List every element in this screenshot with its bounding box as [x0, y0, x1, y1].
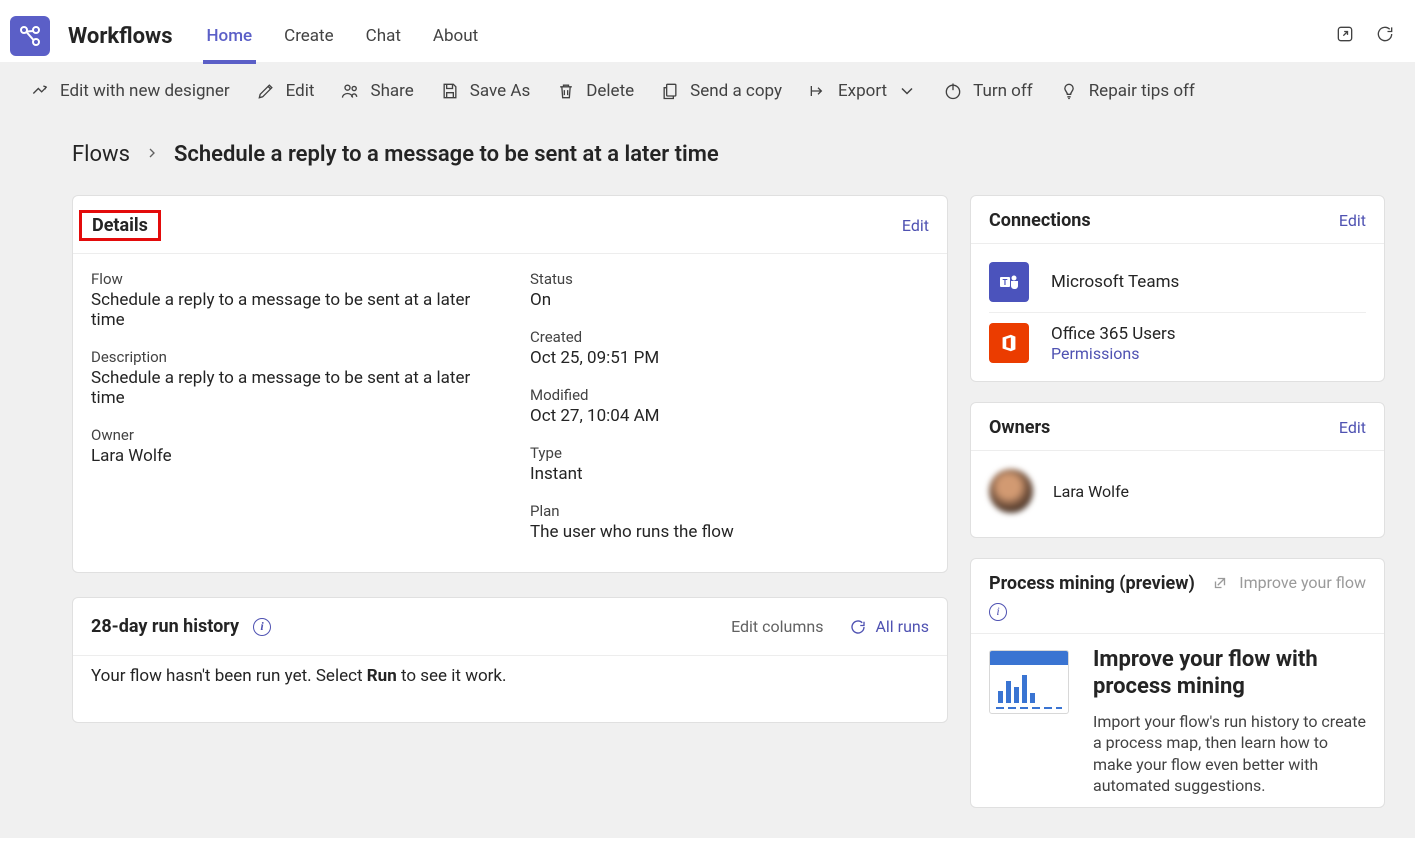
turn-off-button[interactable]: Turn off: [943, 81, 1033, 101]
share-label: Share: [370, 81, 413, 101]
delete-button[interactable]: Delete: [556, 81, 634, 101]
created-value: Oct 25, 09:51 PM: [530, 348, 929, 368]
connection-name: Microsoft Teams: [1051, 272, 1179, 292]
export-label: Export: [838, 81, 887, 101]
open-external-icon: [1211, 574, 1229, 592]
status-label: Status: [530, 270, 929, 288]
connection-row-teams: T Microsoft Teams: [989, 252, 1366, 313]
process-mining-card: Process mining (preview) i Improve your …: [970, 558, 1385, 808]
info-icon[interactable]: i: [253, 618, 271, 636]
share-button[interactable]: Share: [340, 81, 413, 101]
flow-value: Schedule a reply to a message to be sent…: [91, 290, 490, 330]
owners-card: Owners Edit Lara Wolfe: [970, 402, 1385, 538]
created-label: Created: [530, 328, 929, 346]
teams-icon: T: [989, 262, 1029, 302]
office-icon: [989, 323, 1029, 363]
connections-edit-link[interactable]: Edit: [1339, 211, 1366, 230]
edit-label: Edit: [286, 81, 315, 101]
edit-button[interactable]: Edit: [256, 81, 315, 101]
owner-value: Lara Wolfe: [91, 446, 490, 466]
owners-edit-link[interactable]: Edit: [1339, 418, 1366, 437]
all-runs-label: All runs: [875, 617, 929, 636]
flow-label: Flow: [91, 270, 490, 288]
details-card: Details Edit Flow Schedule a reply to a …: [72, 195, 948, 573]
owner-name: Lara Wolfe: [1053, 482, 1129, 501]
plan-value: The user who runs the flow: [530, 522, 929, 542]
workflows-app-icon: [10, 16, 50, 56]
repair-tips-button[interactable]: Repair tips off: [1059, 81, 1195, 101]
edit-new-designer-button[interactable]: Edit with new designer: [30, 81, 230, 101]
delete-label: Delete: [586, 81, 634, 101]
edit-columns-link[interactable]: Edit columns: [731, 617, 823, 636]
description-value: Schedule a reply to a message to be sent…: [91, 368, 490, 408]
tab-chat[interactable]: Chat: [362, 12, 405, 64]
details-title: Details: [92, 215, 148, 236]
description-label: Description: [91, 348, 490, 366]
type-value: Instant: [530, 464, 929, 484]
send-copy-label: Send a copy: [690, 81, 782, 101]
owner-row: Lara Wolfe: [989, 459, 1366, 523]
avatar: [989, 469, 1033, 513]
breadcrumb-current: Schedule a reply to a message to be sent…: [174, 142, 719, 167]
open-external-icon[interactable]: [1335, 24, 1355, 48]
process-mining-thumbnail: [989, 650, 1069, 714]
type-label: Type: [530, 444, 929, 462]
command-toolbar: Edit with new designer Edit Share Save A…: [0, 62, 1415, 120]
process-mining-title: Process mining (preview): [989, 573, 1195, 594]
edit-new-designer-label: Edit with new designer: [60, 81, 230, 101]
send-copy-button[interactable]: Send a copy: [660, 81, 782, 101]
run-history-empty: Your flow hasn't been run yet. Select Ru…: [73, 655, 947, 722]
tab-home[interactable]: Home: [203, 12, 257, 64]
plan-label: Plan: [530, 502, 929, 520]
info-icon[interactable]: i: [989, 603, 1007, 621]
run-history-card: 28-day run history i Edit columns All ru…: [72, 597, 948, 723]
turn-off-label: Turn off: [973, 81, 1033, 101]
nav-tabs: Home Create Chat About: [203, 10, 1336, 62]
breadcrumb-root[interactable]: Flows: [72, 142, 130, 167]
chevron-right-icon: [144, 142, 160, 167]
connection-row-office: Office 365 Users Permissions: [989, 313, 1366, 373]
refresh-icon: [849, 618, 867, 636]
connections-card: Connections Edit T Microsoft Teams: [970, 195, 1385, 382]
owners-title: Owners: [989, 417, 1050, 438]
run-history-title: 28-day run history: [91, 616, 239, 637]
permissions-link[interactable]: Permissions: [1051, 344, 1176, 363]
all-runs-link[interactable]: All runs: [849, 617, 929, 636]
run-empty-suffix: to see it work.: [397, 666, 507, 686]
tab-create[interactable]: Create: [280, 12, 338, 64]
main-content: Flows Schedule a reply to a message to b…: [0, 120, 1415, 838]
breadcrumb: Flows Schedule a reply to a message to b…: [72, 142, 1385, 167]
refresh-icon[interactable]: [1375, 24, 1395, 48]
connections-title: Connections: [989, 210, 1091, 231]
app-title: Workflows: [68, 24, 173, 49]
connection-name: Office 365 Users: [1051, 324, 1176, 344]
export-button[interactable]: Export: [808, 81, 917, 101]
owner-label: Owner: [91, 426, 490, 444]
save-as-button[interactable]: Save As: [440, 81, 530, 101]
pm-card-text: Import your flow's run history to create…: [1093, 711, 1366, 797]
app-header: Workflows Home Create Chat About: [0, 0, 1415, 62]
svg-text:T: T: [1003, 278, 1008, 287]
improve-flow-link[interactable]: Improve your flow: [1211, 573, 1366, 592]
details-edit-link[interactable]: Edit: [902, 216, 929, 235]
modified-value: Oct 27, 10:04 AM: [530, 406, 929, 426]
save-as-label: Save As: [470, 81, 530, 101]
pm-card-title: Improve your flow with process mining: [1093, 646, 1366, 701]
status-value: On: [530, 290, 929, 310]
run-empty-bold: Run: [367, 666, 397, 686]
details-title-highlight: Details: [79, 210, 161, 241]
improve-flow-label: Improve your flow: [1239, 573, 1366, 592]
chevron-down-icon: [897, 81, 917, 101]
run-empty-prefix: Your flow hasn't been run yet. Select: [91, 666, 367, 686]
modified-label: Modified: [530, 386, 929, 404]
repair-tips-label: Repair tips off: [1089, 81, 1195, 101]
tab-about[interactable]: About: [429, 12, 482, 64]
